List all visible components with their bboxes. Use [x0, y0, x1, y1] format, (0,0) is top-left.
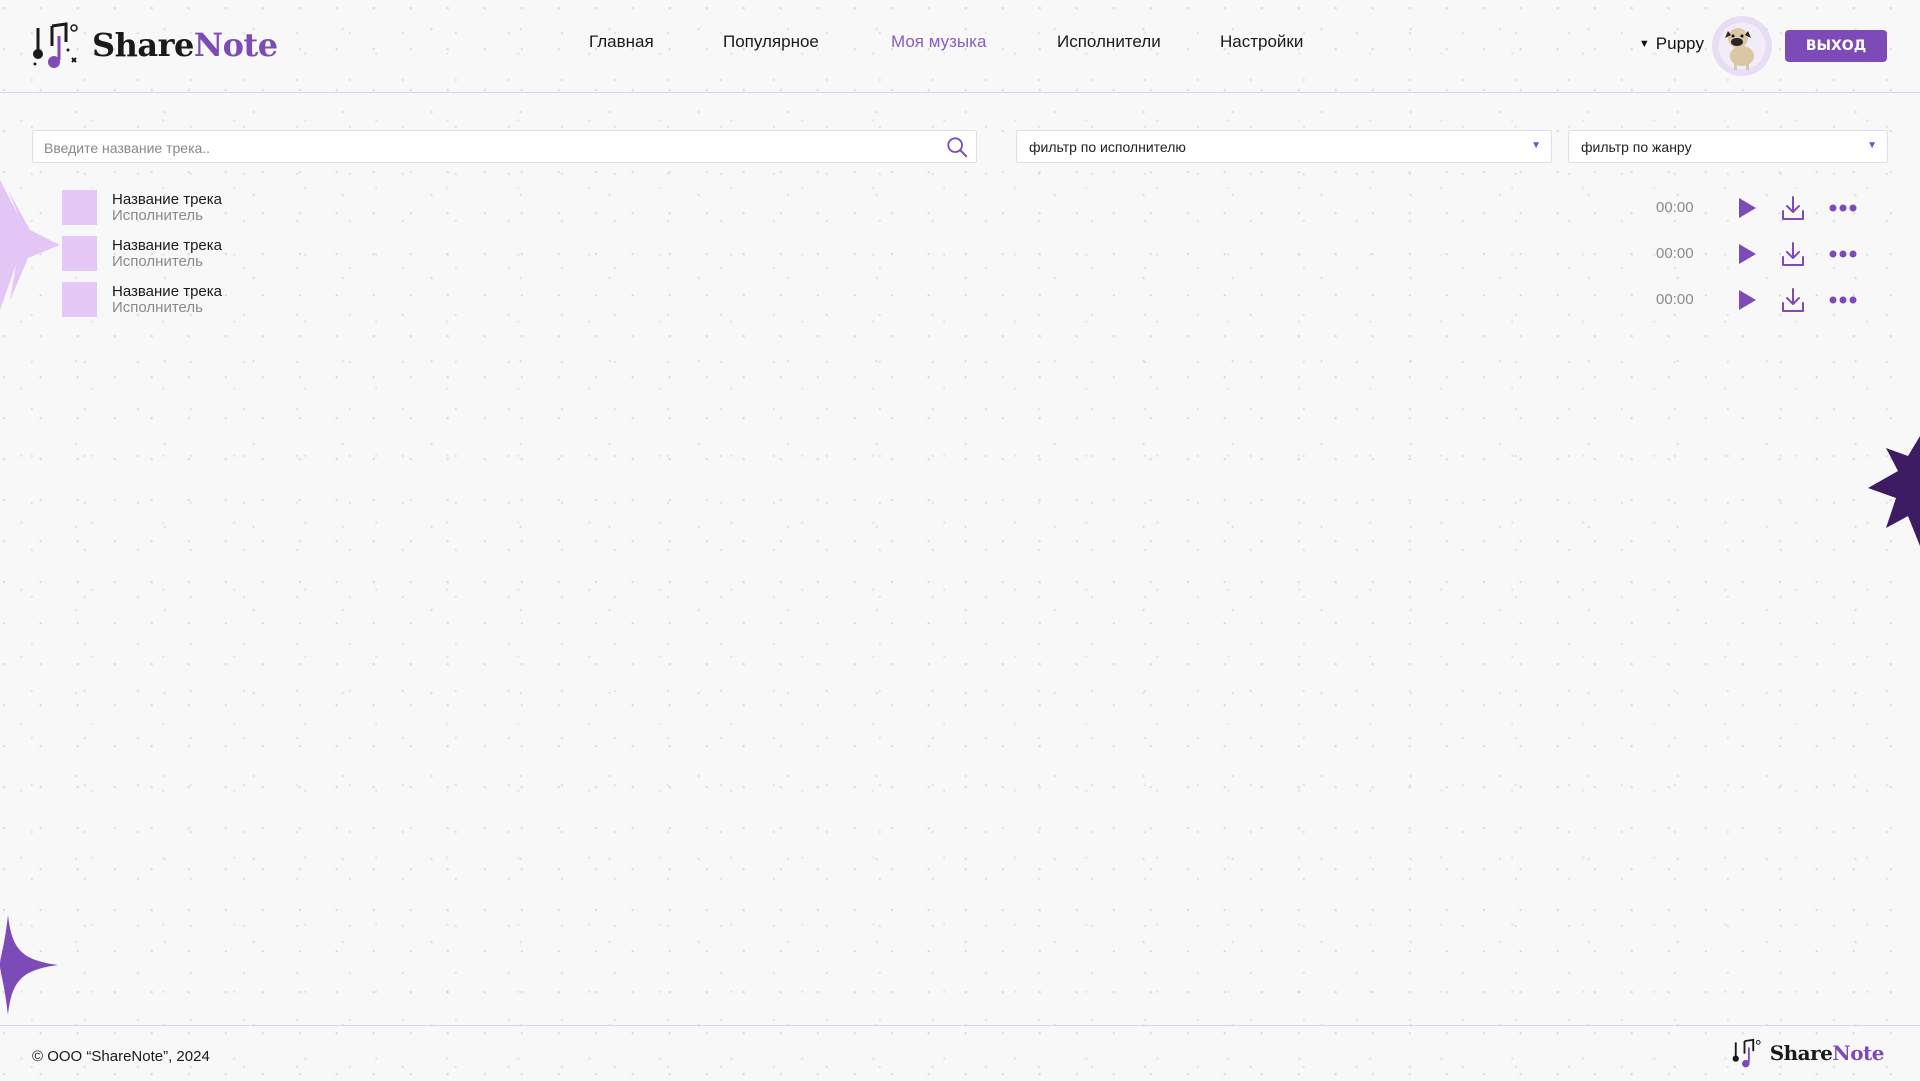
- track-artist: Исполнитель: [112, 299, 203, 316]
- pug-avatar-icon: [1725, 28, 1754, 70]
- play-icon: [1739, 290, 1756, 310]
- more-options-button[interactable]: [1825, 236, 1861, 272]
- footer: © ООО “ShareNote”, 2024 ShareNote: [0, 1025, 1920, 1081]
- download-button[interactable]: [1775, 282, 1811, 318]
- track-title: Название трека: [112, 237, 222, 254]
- track-cover: [62, 236, 97, 271]
- track-duration: 00:00: [1656, 291, 1694, 308]
- decor-sparkle-left-bottom: [0, 915, 58, 1015]
- user-menu[interactable]: ▼ Puppy: [1639, 34, 1704, 54]
- chevron-down-icon: ▼: [1867, 140, 1877, 151]
- search-bar: [32, 130, 977, 163]
- download-icon: [1782, 288, 1804, 312]
- nav-item-my-music[interactable]: Моя музыка: [891, 32, 986, 52]
- nav-item-popular[interactable]: Популярное: [723, 32, 819, 52]
- footer-logo-share: Share: [1769, 1041, 1833, 1065]
- decor-star-light-top-left: [0, 180, 60, 310]
- search-input[interactable]: [42, 137, 926, 159]
- track-artist: Исполнитель: [112, 253, 203, 270]
- more-dots-icon: [1829, 250, 1857, 258]
- chevron-down-icon: ▼: [1531, 140, 1541, 151]
- play-button[interactable]: [1729, 282, 1765, 318]
- artist-filter-value: фильтр по исполнителю: [1029, 139, 1186, 155]
- play-button[interactable]: [1729, 236, 1765, 272]
- download-button[interactable]: [1775, 190, 1811, 226]
- track-artist: Исполнитель: [112, 207, 203, 224]
- play-button[interactable]: [1729, 190, 1765, 226]
- footer-logo[interactable]: ShareNote: [1732, 1038, 1884, 1068]
- nav-item-home[interactable]: Главная: [589, 32, 654, 52]
- track-duration: 00:00: [1656, 199, 1694, 216]
- music-notes-icon: [1732, 1038, 1761, 1068]
- username: Puppy: [1655, 34, 1704, 53]
- more-dots-icon: [1829, 296, 1857, 304]
- nav-item-settings[interactable]: Настройки: [1220, 32, 1303, 52]
- download-button[interactable]: [1775, 236, 1811, 272]
- search-icon[interactable]: [946, 136, 968, 158]
- footer-logo-text: ShareNote: [1769, 1041, 1885, 1065]
- list-item[interactable]: Название трека Исполнитель 00:00: [62, 190, 1882, 230]
- footer-logo-note: Note: [1832, 1041, 1884, 1065]
- track-duration: 00:00: [1656, 245, 1694, 262]
- copyright-text: © ООО “ShareNote”, 2024: [32, 1048, 210, 1065]
- track-title: Название трека: [112, 283, 222, 300]
- list-item[interactable]: Название трека Исполнитель 00:00: [62, 282, 1882, 322]
- header: ShareNote Главная Популярное Моя музыка …: [0, 0, 1920, 93]
- more-dots-icon: [1829, 204, 1857, 212]
- play-icon: [1739, 198, 1756, 218]
- chevron-down-icon: ▼: [1638, 38, 1650, 50]
- artist-filter-select[interactable]: фильтр по исполнителю ▼: [1016, 130, 1552, 163]
- list-item[interactable]: Название трека Исполнитель 00:00: [62, 236, 1882, 276]
- avatar[interactable]: [1712, 16, 1772, 76]
- more-options-button[interactable]: [1825, 190, 1861, 226]
- main-nav: Главная Популярное Моя музыка Исполнител…: [0, 32, 1920, 60]
- track-cover: [62, 282, 97, 317]
- nav-item-artists[interactable]: Исполнители: [1057, 32, 1161, 52]
- more-options-button[interactable]: [1825, 282, 1861, 318]
- genre-filter-select[interactable]: фильтр по жанру ▼: [1568, 130, 1888, 163]
- logout-button[interactable]: ВЫХОД: [1785, 30, 1887, 62]
- track-cover: [62, 190, 97, 225]
- play-icon: [1739, 244, 1756, 264]
- download-icon: [1782, 196, 1804, 220]
- decor-star-dark-right: [1868, 436, 1920, 546]
- track-title: Название трека: [112, 191, 222, 208]
- genre-filter-value: фильтр по жанру: [1581, 139, 1692, 155]
- download-icon: [1782, 242, 1804, 266]
